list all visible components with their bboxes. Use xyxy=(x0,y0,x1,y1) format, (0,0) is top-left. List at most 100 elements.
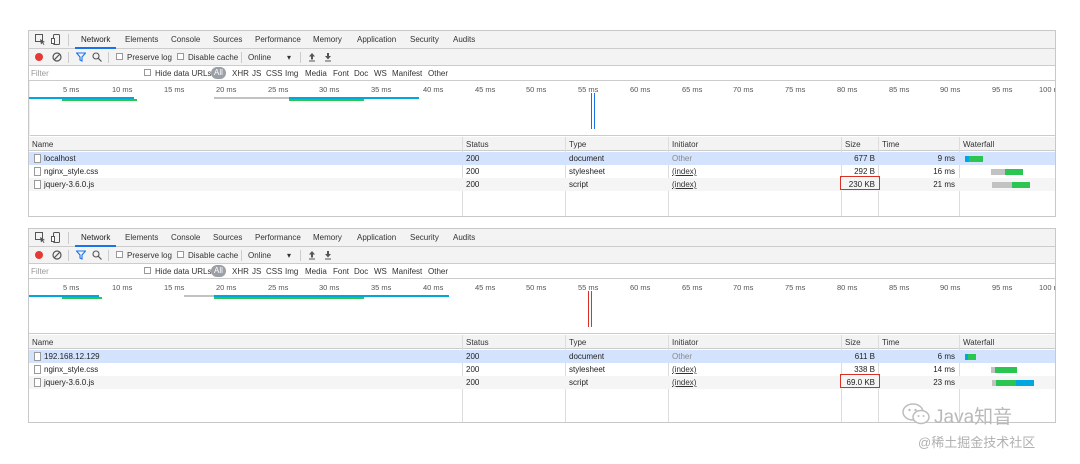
chevron-down-icon[interactable]: ▾ xyxy=(287,53,291,62)
tab-security[interactable]: Security xyxy=(410,233,439,242)
filter-type-img[interactable]: Img xyxy=(285,267,298,276)
column-initiator[interactable]: Initiator xyxy=(672,338,698,347)
filter-type-font[interactable]: Font xyxy=(333,69,349,78)
tab-performance[interactable]: Performance xyxy=(255,233,301,242)
table-row[interactable]: 192.168.12.129 200 document Other 611 B … xyxy=(29,350,1055,363)
cell-initiator-link[interactable]: (index) xyxy=(672,180,696,189)
filter-input[interactable] xyxy=(31,67,139,79)
filter-type-xhr[interactable]: XHR xyxy=(232,69,249,78)
devtools-tab-bar: Network Elements Console Sources Perform… xyxy=(29,229,1055,247)
tab-performance[interactable]: Performance xyxy=(255,35,301,44)
table-row[interactable]: nginx_style.css 200 stylesheet (index) 2… xyxy=(29,165,1055,178)
record-icon[interactable] xyxy=(34,52,44,62)
filter-type-doc[interactable]: Doc xyxy=(354,267,368,276)
tab-application[interactable]: Application xyxy=(357,233,396,242)
filter-input[interactable] xyxy=(31,265,139,277)
record-icon[interactable] xyxy=(34,250,44,260)
column-type[interactable]: Type xyxy=(569,338,586,347)
column-size[interactable]: Size xyxy=(845,140,861,149)
column-initiator[interactable]: Initiator xyxy=(672,140,698,149)
table-row[interactable]: nginx_style.css 200 stylesheet (index) 3… xyxy=(29,363,1055,376)
disable-cache-checkbox[interactable] xyxy=(177,53,184,60)
table-row[interactable]: jquery-3.6.0.js 200 script (index) 69.0 … xyxy=(29,374,1055,389)
tab-security[interactable]: Security xyxy=(410,35,439,44)
column-waterfall[interactable]: Waterfall xyxy=(963,338,994,347)
column-size[interactable]: Size xyxy=(845,338,861,347)
overview-bar xyxy=(289,99,364,101)
wechat-logo-icon xyxy=(902,403,930,425)
filter-type-js[interactable]: JS xyxy=(252,69,261,78)
overview-bar xyxy=(62,99,137,101)
filter-type-manifest[interactable]: Manifest xyxy=(392,69,422,78)
tab-network[interactable]: Network xyxy=(74,35,117,49)
tab-console[interactable]: Console xyxy=(171,233,200,242)
export-har-icon[interactable] xyxy=(323,250,333,260)
column-time[interactable]: Time xyxy=(882,140,899,149)
filter-type-media[interactable]: Media xyxy=(305,69,327,78)
timeline-overview[interactable]: 5 ms 10 ms 15 ms 20 ms 25 ms 30 ms 35 ms… xyxy=(29,279,1055,334)
tab-audits[interactable]: Audits xyxy=(453,35,475,44)
import-har-icon[interactable] xyxy=(307,250,317,260)
inspect-element-icon[interactable] xyxy=(35,34,46,45)
tab-console[interactable]: Console xyxy=(171,35,200,44)
cell-initiator-link[interactable]: (index) xyxy=(672,378,696,387)
filter-type-doc[interactable]: Doc xyxy=(354,69,368,78)
inspect-element-icon[interactable] xyxy=(35,232,46,243)
filter-type-img[interactable]: Img xyxy=(285,69,298,78)
column-status[interactable]: Status xyxy=(466,140,489,149)
timeline-overview[interactable]: 5 ms 10 ms 15 ms 20 ms 25 ms 30 ms 35 ms… xyxy=(29,81,1055,136)
tab-elements[interactable]: Elements xyxy=(125,233,158,242)
tab-audits[interactable]: Audits xyxy=(453,233,475,242)
export-har-icon[interactable] xyxy=(323,52,333,62)
device-toolbar-icon[interactable] xyxy=(51,232,62,243)
throttling-select[interactable]: Online xyxy=(248,251,271,260)
tab-memory[interactable]: Memory xyxy=(313,35,342,44)
cell-initiator-link[interactable]: (index) xyxy=(672,167,696,176)
chevron-down-icon[interactable]: ▾ xyxy=(287,251,291,260)
disable-cache-checkbox[interactable] xyxy=(177,251,184,258)
waterfall-download-bar xyxy=(995,367,1017,373)
column-status[interactable]: Status xyxy=(466,338,489,347)
filter-type-ws[interactable]: WS xyxy=(374,267,387,276)
device-toolbar-icon[interactable] xyxy=(51,34,62,45)
column-name[interactable]: Name xyxy=(32,338,53,347)
tab-elements[interactable]: Elements xyxy=(125,35,158,44)
filter-type-all[interactable]: All xyxy=(211,67,226,79)
cell-initiator-link[interactable]: (index) xyxy=(672,365,696,374)
import-har-icon[interactable] xyxy=(307,52,317,62)
preserve-log-checkbox[interactable] xyxy=(116,53,123,60)
filter-type-media[interactable]: Media xyxy=(305,267,327,276)
disable-cache-label: Disable cache xyxy=(188,53,239,62)
tab-sources[interactable]: Sources xyxy=(213,233,242,242)
table-row[interactable]: jquery-3.6.0.js 200 script (index) 230 K… xyxy=(29,176,1055,191)
clear-icon[interactable] xyxy=(52,250,62,260)
filter-type-other[interactable]: Other xyxy=(428,267,448,276)
search-icon[interactable] xyxy=(92,250,102,260)
filter-type-ws[interactable]: WS xyxy=(374,69,387,78)
tab-application[interactable]: Application xyxy=(357,35,396,44)
filter-type-font[interactable]: Font xyxy=(333,267,349,276)
filter-icon[interactable] xyxy=(76,52,86,62)
filter-type-xhr[interactable]: XHR xyxy=(232,267,249,276)
filter-type-other[interactable]: Other xyxy=(428,69,448,78)
clear-icon[interactable] xyxy=(52,52,62,62)
filter-type-js[interactable]: JS xyxy=(252,267,261,276)
search-icon[interactable] xyxy=(92,52,102,62)
table-row[interactable]: localhost 200 document Other 677 B 9 ms xyxy=(29,152,1055,165)
filter-type-css[interactable]: CSS xyxy=(266,267,282,276)
filter-type-manifest[interactable]: Manifest xyxy=(392,267,422,276)
preserve-log-checkbox[interactable] xyxy=(116,251,123,258)
throttling-select[interactable]: Online xyxy=(248,53,271,62)
column-type[interactable]: Type xyxy=(569,140,586,149)
hide-data-urls-checkbox[interactable] xyxy=(144,69,151,76)
column-time[interactable]: Time xyxy=(882,338,899,347)
tab-sources[interactable]: Sources xyxy=(213,35,242,44)
tab-memory[interactable]: Memory xyxy=(313,233,342,242)
column-name[interactable]: Name xyxy=(32,140,53,149)
filter-type-css[interactable]: CSS xyxy=(266,69,282,78)
filter-type-all[interactable]: All xyxy=(211,265,226,277)
column-waterfall[interactable]: Waterfall xyxy=(963,140,994,149)
filter-icon[interactable] xyxy=(76,250,86,260)
hide-data-urls-checkbox[interactable] xyxy=(144,267,151,274)
tab-network[interactable]: Network xyxy=(74,233,117,247)
